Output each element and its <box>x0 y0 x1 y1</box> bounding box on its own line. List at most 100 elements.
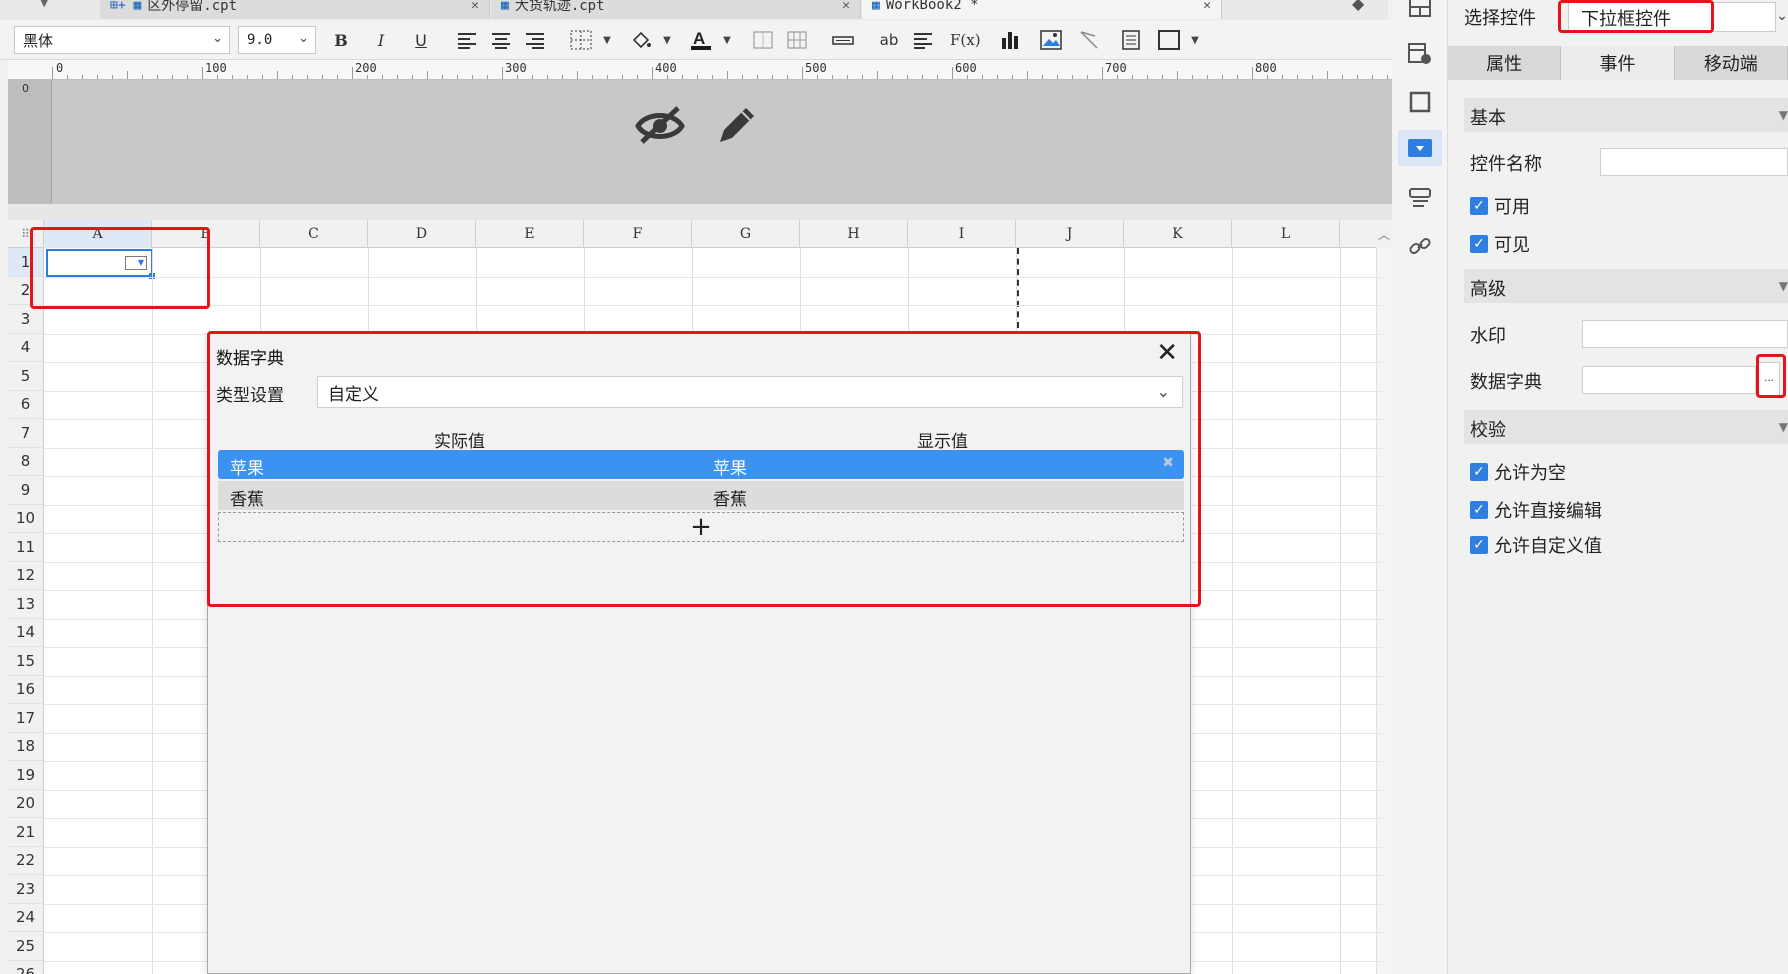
column-header-c[interactable]: C <box>260 220 368 248</box>
hyperlink-icon[interactable] <box>1406 232 1434 260</box>
tab-mobile[interactable]: 移动端 <box>1674 46 1788 80</box>
column-header-f[interactable]: F <box>584 220 692 248</box>
widget-name-input[interactable] <box>1600 148 1788 176</box>
vertical-scrollbar[interactable] <box>1376 248 1392 974</box>
actual-value-cell[interactable]: 香蕉 <box>218 481 701 510</box>
row-header-14[interactable]: 14 <box>8 618 44 647</box>
chevron-down-icon[interactable]: ⌄ <box>1776 8 1788 24</box>
close-icon[interactable]: ✕ <box>1156 338 1178 368</box>
column-header-k[interactable]: K <box>1124 220 1232 248</box>
column-header-d[interactable]: D <box>368 220 476 248</box>
row-header-9[interactable]: 9 <box>8 476 44 505</box>
tab-properties[interactable]: 属性 <box>1448 46 1562 80</box>
data-dictionary-input[interactable] <box>1582 366 1756 394</box>
widget-settings-icon[interactable] <box>1398 130 1442 166</box>
row-header-8[interactable]: 8 <box>8 447 44 476</box>
italic-button[interactable]: I <box>370 28 392 52</box>
condition-attributes-icon[interactable] <box>1406 184 1434 212</box>
tab-scroll-icon[interactable]: ◆ <box>1352 0 1364 13</box>
column-header-e[interactable]: E <box>476 220 584 248</box>
tab-document-2[interactable]: ▦ 大货轨迹.cpt ✕ <box>491 0 861 19</box>
section-basic[interactable]: 基本 ▼ <box>1464 98 1788 132</box>
eye-off-icon[interactable] <box>634 102 686 154</box>
row-header-23[interactable]: 23 <box>8 875 44 904</box>
chart-icon[interactable] <box>1000 28 1022 52</box>
cell-border-icon[interactable] <box>1158 28 1180 52</box>
insert-image-icon[interactable] <box>1040 28 1062 52</box>
sub-report-icon[interactable] <box>1120 28 1142 52</box>
font-size-select[interactable]: 9.0 ⌄ <box>238 26 316 54</box>
allow-edit-checkbox[interactable]: ✓ 允许直接编辑 <box>1470 497 1602 523</box>
text-color-icon[interactable]: A <box>690 28 712 52</box>
cell-border-dropdown-icon[interactable]: ▼ <box>1184 28 1206 52</box>
section-validation[interactable]: 校验 ▼ <box>1464 410 1788 444</box>
close-tab-icon[interactable]: ✕ <box>1203 0 1211 13</box>
insert-cell-element-icon[interactable] <box>832 28 854 52</box>
row-header-2[interactable]: 2 <box>8 276 44 305</box>
text-tool-button[interactable]: ab <box>878 28 900 52</box>
split-cells-icon[interactable] <box>786 28 808 52</box>
row-header-16[interactable]: 16 <box>8 675 44 704</box>
align-left-icon[interactable] <box>456 28 478 52</box>
select-all-corner-icon[interactable]: ⠿ <box>8 220 44 248</box>
merge-cells-icon[interactable] <box>752 28 774 52</box>
fill-color-icon[interactable] <box>630 28 652 52</box>
column-header-b[interactable]: B <box>152 220 260 248</box>
tab-document-1[interactable]: ⊞+ ▦ 区外停留.cpt ✕ <box>100 0 490 19</box>
data-dictionary-button[interactable]: ... <box>1758 362 1780 396</box>
display-value-cell[interactable]: 香蕉 <box>701 481 1184 510</box>
row-header-13[interactable]: 13 <box>8 590 44 619</box>
column-header-a[interactable]: A <box>44 220 152 248</box>
section-advanced[interactable]: 高级 ▼ <box>1464 269 1788 303</box>
row-header-5[interactable]: 5 <box>8 362 44 391</box>
type-setting-select[interactable]: 自定义 ⌄ <box>317 376 1183 408</box>
table-row[interactable]: 苹果 苹果 ✖ <box>218 450 1184 479</box>
fill-color-dropdown-icon[interactable]: ▼ <box>656 28 678 52</box>
report-header-area[interactable]: 0 <box>8 80 1392 220</box>
delete-row-icon[interactable]: ✖ <box>1162 455 1174 471</box>
row-header-18[interactable]: 18 <box>8 732 44 761</box>
close-tab-icon[interactable]: ✕ <box>471 0 479 13</box>
watermark-input[interactable] <box>1582 320 1788 348</box>
actual-value-cell[interactable]: 苹果 <box>218 450 701 479</box>
align-center-icon[interactable] <box>490 28 512 52</box>
column-header-l[interactable]: L <box>1232 220 1340 248</box>
column-header-i[interactable]: I <box>908 220 1016 248</box>
row-header-19[interactable]: 19 <box>8 761 44 790</box>
tab-events[interactable]: 事件 <box>1561 46 1675 80</box>
row-header-20[interactable]: 20 <box>8 789 44 818</box>
add-row-button[interactable]: + <box>218 512 1184 542</box>
bold-button[interactable]: B <box>330 28 352 52</box>
row-header-4[interactable]: 4 <box>8 333 44 362</box>
formula-button[interactable]: F(x) <box>950 28 981 52</box>
table-row[interactable]: 香蕉 香蕉 <box>218 481 1184 510</box>
column-header-j[interactable]: J <box>1016 220 1124 248</box>
border-icon[interactable] <box>570 28 592 52</box>
scroll-up-icon[interactable]: ︿ <box>1376 220 1392 248</box>
row-header-15[interactable]: 15 <box>8 647 44 676</box>
rich-text-icon[interactable] <box>912 28 934 52</box>
layout-icon[interactable] <box>1406 0 1434 22</box>
row-header-6[interactable]: 6 <box>8 390 44 419</box>
row-header-1[interactable]: 1 <box>8 248 44 277</box>
font-family-select[interactable]: 黑体 ⌄ <box>14 26 230 54</box>
enabled-checkbox[interactable]: ✓ 可用 <box>1470 193 1530 219</box>
selected-cell-a1[interactable]: ▼ <box>46 249 155 279</box>
text-color-dropdown-icon[interactable]: ▼ <box>716 28 738 52</box>
column-header-g[interactable]: G <box>692 220 800 248</box>
tab-document-3[interactable]: ▦ WorkBook2 * ✕ <box>862 0 1222 19</box>
row-header-21[interactable]: 21 <box>8 818 44 847</box>
column-header-h[interactable]: H <box>800 220 908 248</box>
cell-attributes-icon[interactable] <box>1406 40 1434 68</box>
frame-icon[interactable] <box>1406 88 1434 116</box>
pencil-edit-icon[interactable] <box>712 102 760 154</box>
allow-empty-checkbox[interactable]: ✓ 允许为空 <box>1470 459 1566 485</box>
allow-custom-checkbox[interactable]: ✓ 允许自定义值 <box>1470 532 1602 558</box>
select-widget-dropdown[interactable]: 下拉框控件 <box>1568 2 1776 32</box>
row-header-26[interactable]: 26 <box>8 960 44 974</box>
row-header-12[interactable]: 12 <box>8 561 44 590</box>
slash-line-icon[interactable] <box>1078 28 1100 52</box>
row-header-17[interactable]: 17 <box>8 704 44 733</box>
border-dropdown-icon[interactable]: ▼ <box>596 28 618 52</box>
underline-button[interactable]: U <box>410 28 432 52</box>
